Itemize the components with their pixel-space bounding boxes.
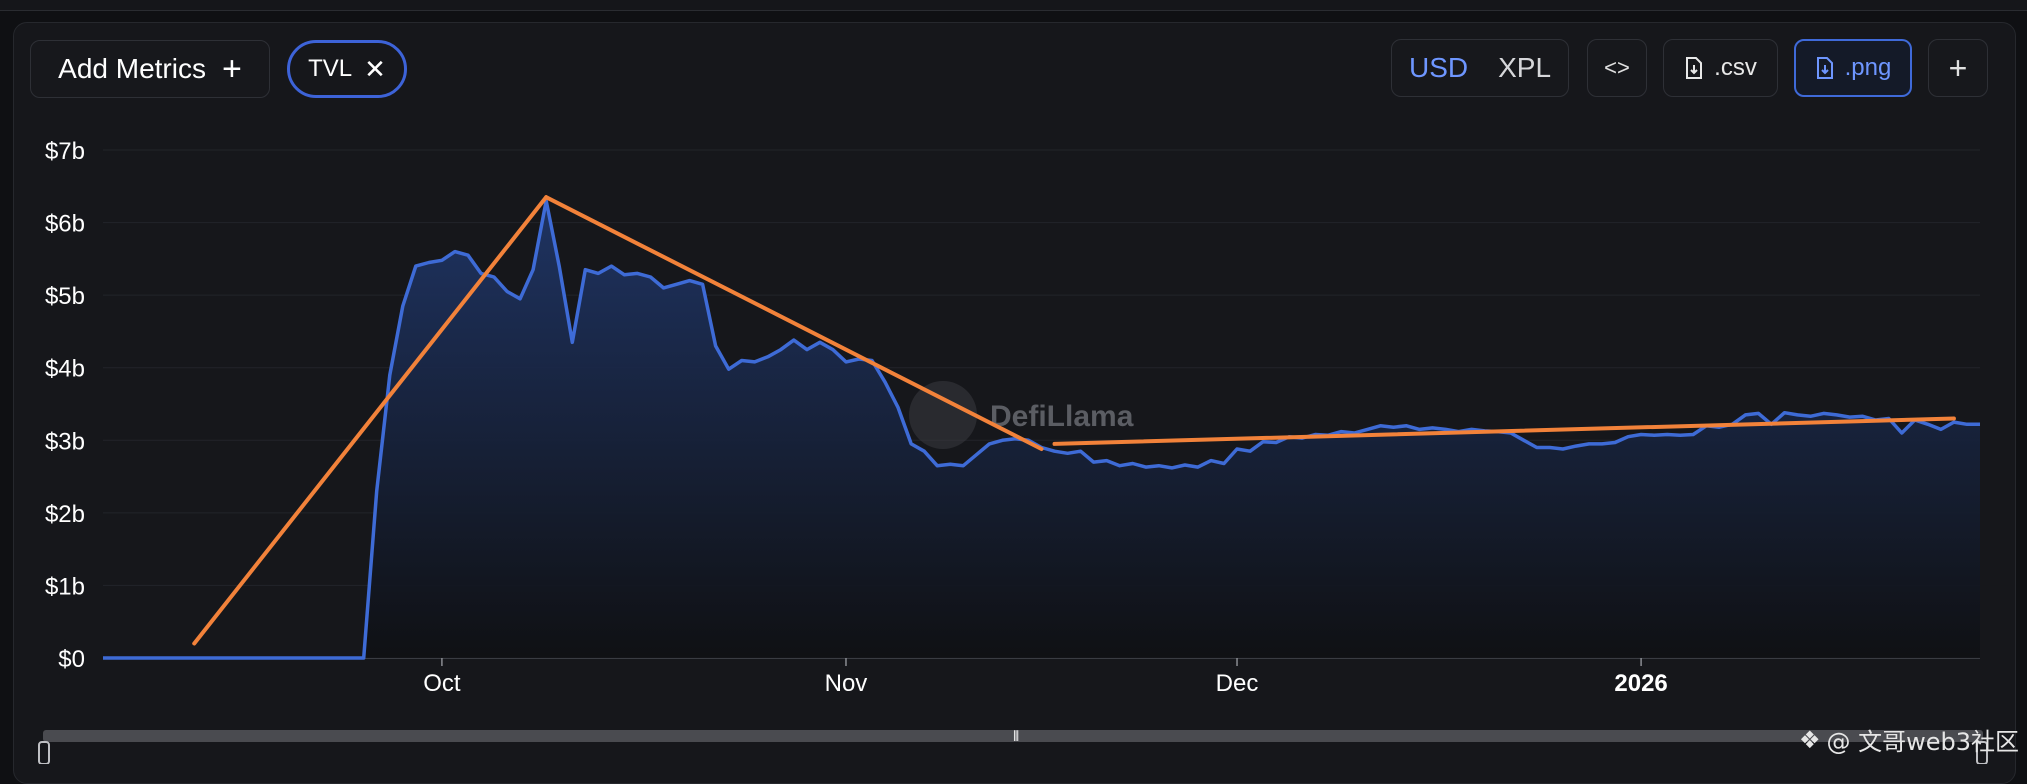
y-tick-label: $3b — [45, 428, 85, 455]
x-tick-label: Oct — [423, 670, 461, 697]
range-slider[interactable]: ⦀ — [38, 729, 1988, 764]
y-tick-label: $5b — [45, 283, 85, 310]
slider-handle-left[interactable] — [38, 741, 50, 764]
y-tick-label: $4b — [45, 356, 85, 383]
x-axis: Oct Nov Dec 2026 — [423, 658, 1668, 697]
y-tick-label: $2b — [45, 501, 85, 528]
tvl-chart: DefiLlama $0 $1b $2b $3b $4b $5b $6b $7b Oct Nov… — [38, 138, 1988, 764]
llama-logo-icon — [909, 381, 977, 449]
y-tick-label: $7b — [45, 138, 85, 165]
y-tick-label: $0 — [58, 646, 85, 673]
binance-diamond-icon: ❖ — [1798, 725, 1821, 754]
y-tick-label: $1b — [45, 573, 85, 600]
grip-icon[interactable]: ⦀ — [1013, 729, 1019, 745]
x-tick-label: 2026 — [1614, 670, 1667, 697]
x-tick-label: Dec — [1216, 670, 1259, 697]
footer-watermark-text: @ 文哥web3社区 — [1826, 728, 2019, 756]
y-tick-label: $6b — [45, 211, 85, 238]
x-tick-label: Nov — [825, 670, 868, 697]
footer-watermark: ❖ @ 文哥web3社区 — [1799, 722, 2019, 757]
watermark-text: DefiLlama — [990, 400, 1134, 433]
y-axis: $0 $1b $2b $3b $4b $5b $6b $7b — [45, 138, 85, 673]
